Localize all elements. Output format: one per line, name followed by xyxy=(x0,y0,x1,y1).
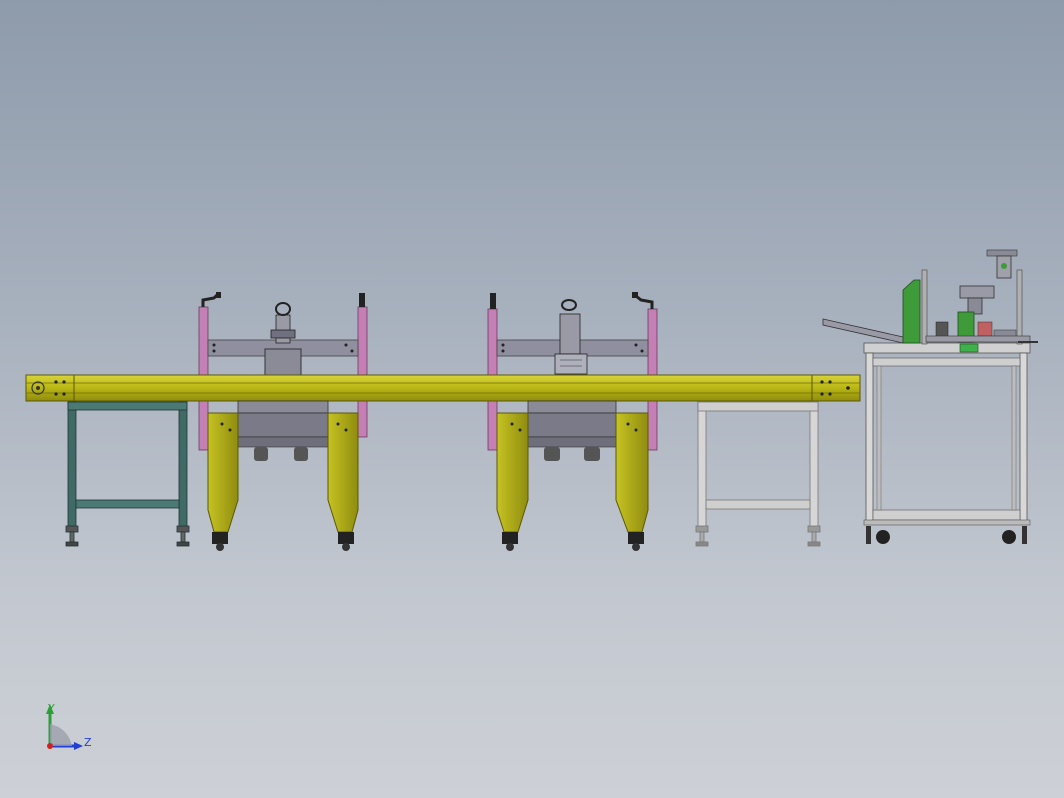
assembly-drawing: Y Z xyxy=(25,249,1038,750)
press-station-1-base xyxy=(207,400,359,551)
z-axis-label: Z xyxy=(84,736,92,749)
axis-triad: Y Z xyxy=(46,702,92,750)
x-axis-point xyxy=(47,743,53,749)
cad-viewport[interactable]: Y Z xyxy=(0,0,1064,798)
left-stand xyxy=(65,399,190,547)
main-conveyor xyxy=(25,374,861,402)
press-station-2-base xyxy=(496,400,649,551)
y-axis-label: Y xyxy=(47,702,55,715)
right-stand xyxy=(695,399,821,547)
